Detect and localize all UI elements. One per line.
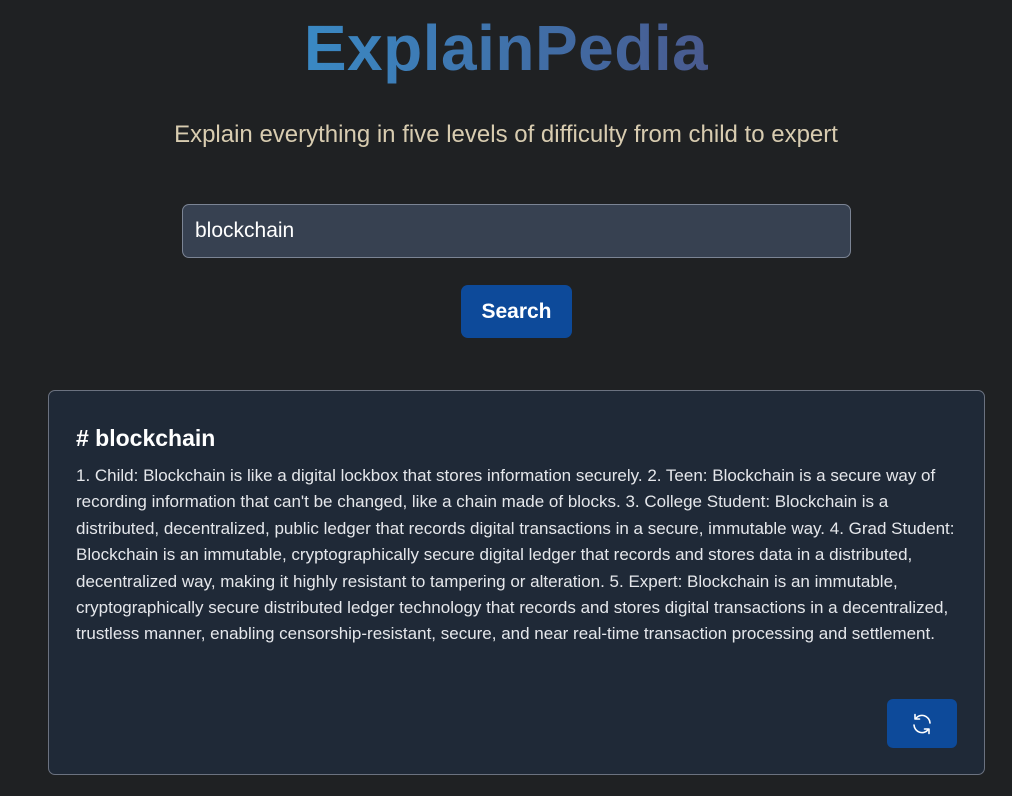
app-logo: ExplainPedia bbox=[0, 8, 1012, 88]
search-button[interactable]: Search bbox=[461, 285, 572, 338]
page: ExplainPedia Explain everything in five … bbox=[0, 0, 1012, 796]
refresh-icon bbox=[910, 712, 934, 736]
result-body: 1. Child: Blockchain is like a digital l… bbox=[76, 466, 955, 644]
page-subtitle: Explain everything in five levels of dif… bbox=[174, 121, 838, 148]
search-input[interactable] bbox=[182, 204, 851, 258]
result-card: # blockchain 1. Child: Blockchain is lik… bbox=[48, 390, 985, 775]
refresh-button[interactable] bbox=[887, 699, 957, 748]
result-title: # blockchain bbox=[76, 425, 216, 451]
app-logo-text: ExplainPedia bbox=[303, 12, 709, 84]
